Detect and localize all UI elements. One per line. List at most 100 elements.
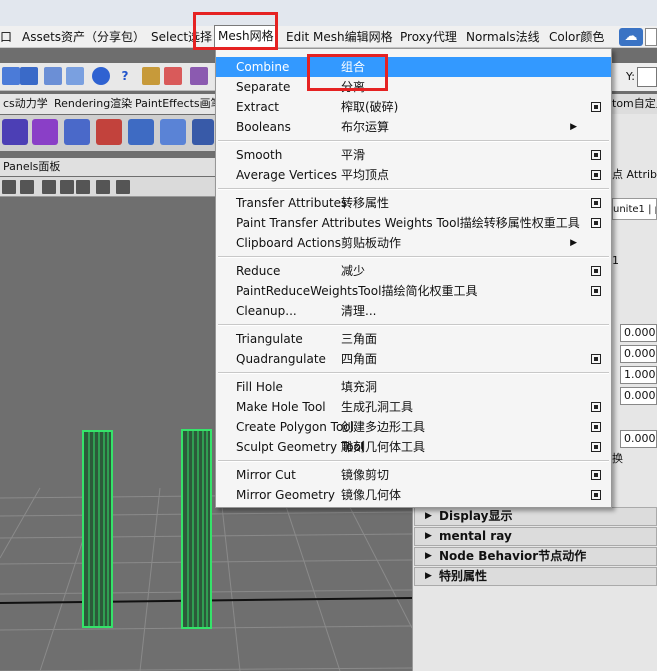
section-extra-attributes[interactable]: ▶ 特别属性 bbox=[414, 567, 657, 586]
snap-icon[interactable] bbox=[164, 67, 182, 85]
menu-item-clipboard-actions[interactable]: Clipboard Actions 剪贴板动作 ▶ bbox=[216, 233, 611, 253]
split-poly-icon[interactable] bbox=[160, 119, 186, 145]
select-tool-icon[interactable] bbox=[2, 67, 20, 85]
menu-edit-mesh[interactable]: Edit Mesh编辑网格 bbox=[286, 26, 393, 48]
xray-icon[interactable] bbox=[116, 180, 130, 194]
node-tabs[interactable]: unite1 | po bbox=[612, 198, 657, 220]
option-box-icon[interactable] bbox=[591, 198, 601, 208]
menu-item-label: Smooth bbox=[236, 148, 283, 162]
option-box-icon[interactable] bbox=[591, 170, 601, 180]
menu-proxy[interactable]: Proxy代理 bbox=[400, 26, 457, 48]
menu-separator bbox=[218, 188, 609, 190]
option-box-icon[interactable] bbox=[591, 422, 601, 432]
menu-item-paint-transfer-attributes-weights-tool[interactable]: Paint Transfer Attributes Weights Tool描绘… bbox=[216, 213, 611, 233]
frame-icon[interactable] bbox=[42, 180, 56, 194]
menu-item-label: Transfer Attributes bbox=[236, 196, 348, 210]
help-icon[interactable]: ? bbox=[116, 67, 134, 85]
option-box-icon[interactable] bbox=[591, 286, 601, 296]
attr-field-2[interactable]: 0.000 bbox=[620, 345, 657, 363]
menu-separator bbox=[218, 256, 609, 258]
option-box-icon[interactable] bbox=[591, 402, 601, 412]
shaded-icon[interactable] bbox=[96, 180, 110, 194]
menu-item-translation: 转移属性 bbox=[341, 196, 390, 210]
option-box-icon[interactable] bbox=[591, 218, 601, 228]
option-box-icon[interactable] bbox=[591, 266, 601, 276]
menu-item-label: Extract bbox=[236, 100, 279, 114]
menu-item-quadrangulate[interactable]: Quadrangulate 四角面 bbox=[216, 349, 611, 369]
y-input[interactable] bbox=[637, 67, 657, 87]
lock-icon[interactable] bbox=[142, 67, 160, 85]
menu-item-booleans[interactable]: Booleans 布尔运算 ▶ bbox=[216, 117, 611, 137]
option-box-icon[interactable] bbox=[591, 442, 601, 452]
menu-item-label: Average Vertices bbox=[236, 168, 337, 182]
extrude-icon[interactable] bbox=[128, 119, 154, 145]
menu-item-extract[interactable]: Extract 榨取(破碎) bbox=[216, 97, 611, 117]
menu-item-sculpt-geometry-tool[interactable]: Sculpt Geometry Tool 雕刻几何体工具 bbox=[216, 437, 611, 457]
menu-item-triangulate[interactable]: Triangulate 三角面 bbox=[216, 329, 611, 349]
menu-item-average-vertices[interactable]: Average Vertices 平均顶点 bbox=[216, 165, 611, 185]
tab-dynamics[interactable]: cs动力学 bbox=[0, 94, 52, 114]
menu-color[interactable]: Color颜色 bbox=[549, 26, 604, 48]
menu-item-translation: 剪贴板动作 bbox=[341, 236, 402, 250]
section-display[interactable]: ▶ Display显示 bbox=[414, 507, 657, 526]
poly-cube-faces-icon[interactable] bbox=[32, 119, 58, 145]
menu-item-combine[interactable]: Combine 组合 bbox=[216, 57, 611, 77]
cloud-icon[interactable]: ☁ bbox=[619, 28, 643, 46]
tab-rendering[interactable]: Rendering渲染 bbox=[51, 94, 137, 114]
attribute-tabs[interactable]: 点 Attrib bbox=[612, 165, 657, 185]
menu-item-make-hole-tool[interactable]: Make Hole Tool 生成孔洞工具 bbox=[216, 397, 611, 417]
custom-shelf-tab[interactable]: tom自定义 bbox=[612, 94, 657, 114]
menu-item-mirror-cut[interactable]: Mirror Cut 镜像剪切 bbox=[216, 465, 611, 485]
menu-assets[interactable]: Assets资产（分享包） bbox=[22, 26, 145, 48]
move-tool-icon[interactable] bbox=[66, 67, 84, 85]
option-box-icon[interactable] bbox=[591, 102, 601, 112]
lasso-tool-icon[interactable] bbox=[20, 67, 38, 85]
menu-item-cleanup[interactable]: Cleanup... 清理... bbox=[216, 301, 611, 321]
option-box-icon[interactable] bbox=[591, 150, 601, 160]
menu-item-translation: 四角面 bbox=[341, 352, 378, 366]
menu-item-translation: 布尔运算 bbox=[341, 120, 390, 134]
tab-paint-effects[interactable]: PaintEffects画笔 bbox=[132, 94, 226, 114]
menu-item-create-polygon-tool[interactable]: Create Polygon Tool 创建多边形工具 bbox=[216, 417, 611, 437]
attr-field-5[interactable]: 0.000 bbox=[620, 430, 657, 448]
bridge-icon[interactable] bbox=[192, 119, 214, 145]
menu-item-reduce[interactable]: Reduce 减少 bbox=[216, 261, 611, 281]
option-box-icon[interactable] bbox=[591, 490, 601, 500]
camera-icon[interactable] bbox=[2, 180, 16, 194]
section-mental-ray[interactable]: ▶ mental ray bbox=[414, 527, 657, 546]
menu-normals[interactable]: Normals法线 bbox=[466, 26, 540, 48]
menu-item-smooth[interactable]: Smooth 平滑 bbox=[216, 145, 611, 165]
menu-window[interactable]: 口 bbox=[0, 26, 12, 48]
menu-item-fill-hole[interactable]: Fill Hole 填充洞 bbox=[216, 377, 611, 397]
attr-field-4[interactable]: 0.000 bbox=[620, 387, 657, 405]
poly-plane-icon[interactable] bbox=[64, 119, 90, 145]
magnet-icon[interactable] bbox=[190, 67, 208, 85]
menu-item-separate[interactable]: Separate 分离 bbox=[216, 77, 611, 97]
menu-item-transfer-attributes[interactable]: Transfer Attributes 转移属性 bbox=[216, 193, 611, 213]
wireframe-icon[interactable] bbox=[76, 180, 90, 194]
attr-field-3[interactable]: 1.000 bbox=[620, 366, 657, 384]
menu-item-translation: 减少 bbox=[341, 264, 366, 278]
shelf-tabs: cs动力学 Rendering渲染 PaintEffects画笔 bbox=[0, 94, 226, 114]
attr-field-1[interactable]: 0.000 bbox=[620, 324, 657, 342]
cylinder-right bbox=[181, 429, 212, 629]
menu-item-label: Clipboard Actions bbox=[236, 236, 341, 250]
section-node-behavior[interactable]: ▶ Node Behavior节点动作 bbox=[414, 547, 657, 566]
menu-item-translation: 平均顶点 bbox=[341, 168, 390, 182]
select-faces-icon[interactable] bbox=[96, 119, 122, 145]
menu-separator bbox=[218, 324, 609, 326]
option-box-icon[interactable] bbox=[591, 470, 601, 480]
sphere-icon[interactable] bbox=[92, 67, 110, 85]
poly-cube-icon[interactable] bbox=[2, 119, 28, 145]
menu-item-translation: 平滑 bbox=[341, 148, 366, 162]
option-box-icon[interactable] bbox=[591, 354, 601, 364]
menu-item-paintreduceweightstool[interactable]: PaintReduceWeightsTool描绘简化权重工具 bbox=[216, 281, 611, 301]
annotation-combine bbox=[307, 54, 388, 91]
panels-menu[interactable]: Panels面板 bbox=[0, 158, 215, 176]
paint-select-icon[interactable] bbox=[44, 67, 62, 85]
menu-item-translation: 创建多边形工具 bbox=[341, 420, 426, 434]
resolution-icon[interactable] bbox=[60, 180, 74, 194]
grid-icon[interactable] bbox=[20, 180, 34, 194]
menu-scroll-box[interactable] bbox=[645, 28, 657, 46]
menu-item-mirror-geometry[interactable]: Mirror Geometry 镜像几何体 bbox=[216, 485, 611, 505]
